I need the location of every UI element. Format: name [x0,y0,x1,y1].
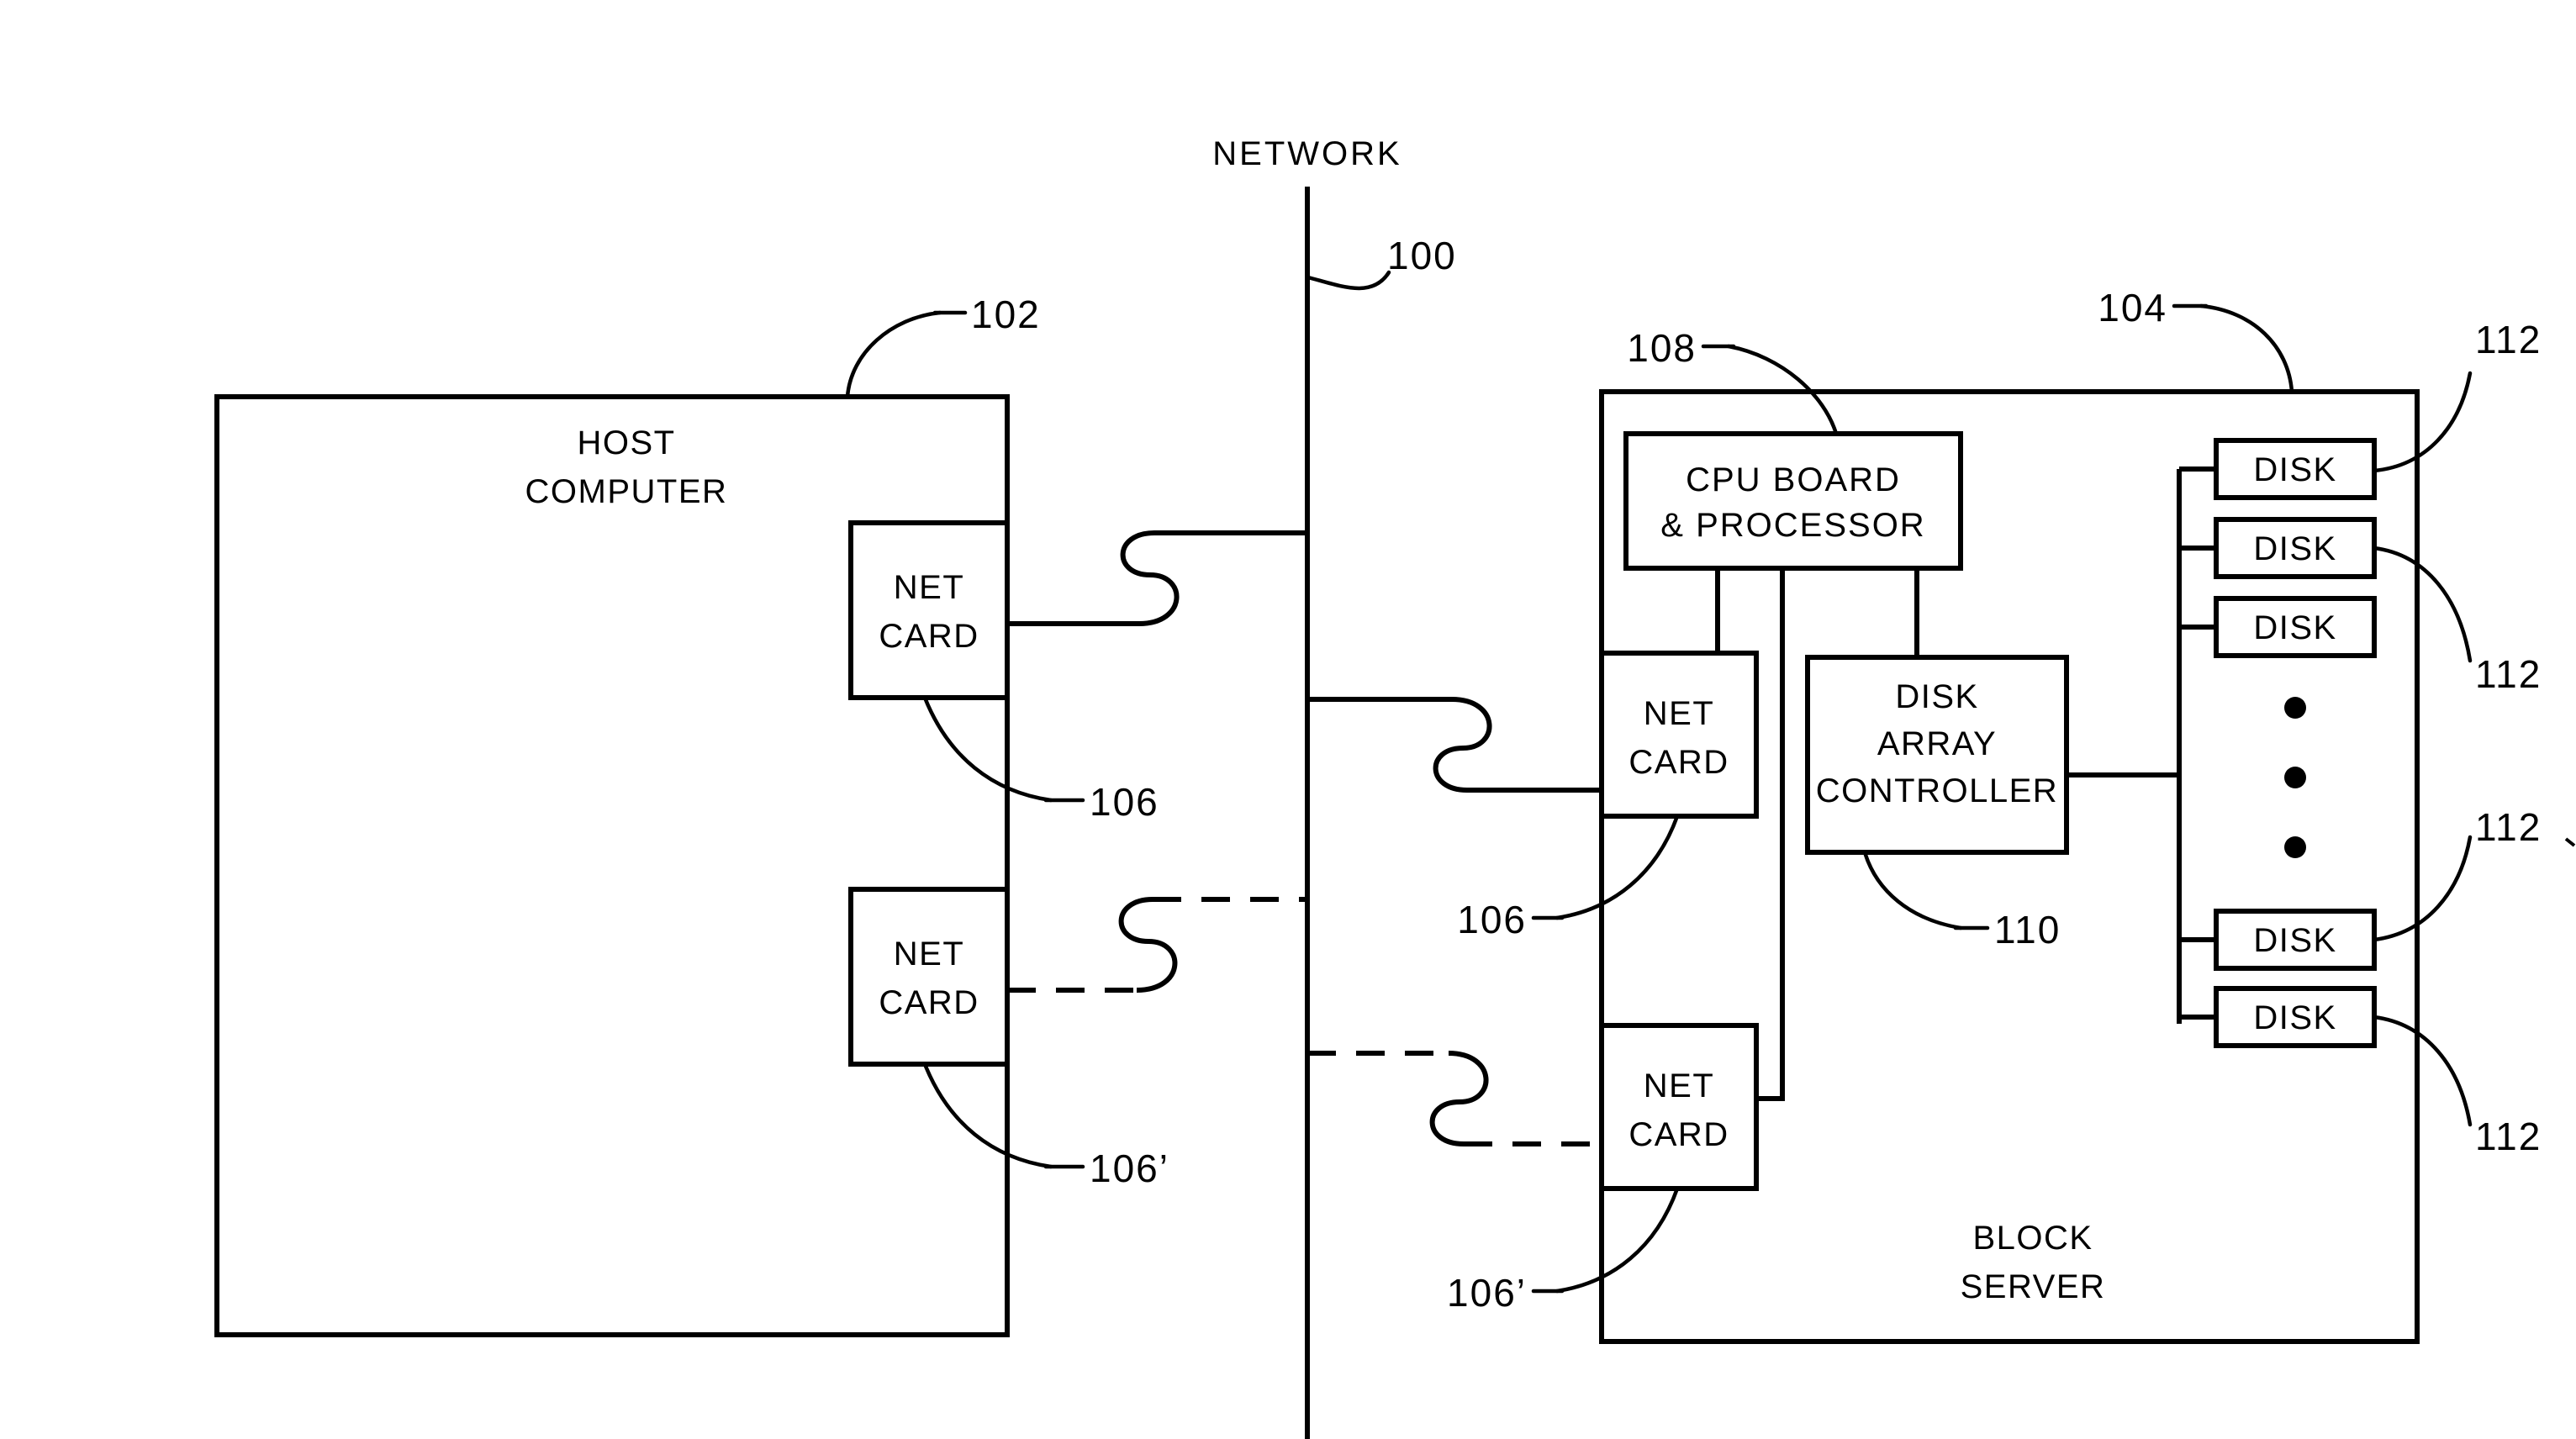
server-link-1-s-jog [1433,697,1492,793]
host-net-card-2-line1: NET [894,936,965,973]
host-computer-title-line1: HOST [577,424,675,461]
cpu-board-reference-numeral: 108 [1627,326,1697,370]
host-net-card-1-line1: NET [894,569,965,606]
host-net-card-1-line2: CARD [879,618,979,655]
cpu-board-line2: & PROCESSOR [1660,507,1925,544]
host-net-card-2-line2: CARD [879,984,979,1021]
disk-box-5-label: DISK [2253,999,2336,1036]
host-net-card-1-reference-numeral: 106 [1090,780,1159,824]
block-server-title-line2: SERVER [1961,1268,2106,1305]
disk-ellipsis-dot-1 [2284,697,2306,719]
block-diagram-canvas: NETWORK 100 HOST COMPUTER 102 NET CARD 1… [214,135,2576,1439]
edge-artifact-mark [2564,837,2576,847]
host-net-card-1-box [848,520,1010,700]
server-link-2-s-jog [1429,1051,1489,1146]
host-computer-reference-numeral: 102 [971,293,1041,336]
server-net-card-1-line1: NET [1644,695,1715,732]
disk-box-4-label: DISK [2253,922,2336,959]
disk-array-controller-reference-numeral: 110 [1994,908,2061,951]
host-link-1-s-jog [1120,530,1180,626]
server-net-card-1-box [1599,651,1759,819]
disk-array-controller-line2: ARRAY [1877,725,1997,762]
disk-reference-numeral-4: 112 [2475,1115,2542,1158]
disk-reference-numeral-2: 112 [2475,652,2542,696]
server-net-card-1-reference-numeral: 106 [1457,898,1527,941]
host-computer-group: HOST COMPUTER 102 NET CARD 106 NET CARD [214,293,1307,1337]
host-net-card-2-box [848,887,1010,1067]
disk-ellipsis-dot-2 [2284,767,2306,788]
block-server-title-line1: BLOCK [1972,1220,2093,1257]
block-server-reference-numeral: 104 [2098,286,2167,329]
disk-box-3-label: DISK [2253,609,2336,646]
network-group: NETWORK 100 [1212,135,1457,1439]
disk-box-2-label: DISK [2253,530,2336,567]
disk-array-controller-line1: DISK [1895,678,1978,715]
disk-box-1-label: DISK [2253,451,2336,488]
server-net-card-2-line1: NET [1644,1067,1715,1104]
disk-array-controller-line3: CONTROLLER [1816,772,2058,809]
disk-ellipsis-dot-3 [2284,836,2306,858]
host-link-2-s-jog [1118,897,1178,993]
host-computer-leader-line [845,310,942,399]
host-computer-title-line2: COMPUTER [525,473,728,510]
cpu-board-box [1623,431,1963,571]
server-net-card-1-line2: CARD [1628,744,1729,781]
server-net-card-2-reference-numeral: 106’ [1447,1271,1527,1315]
network-label: NETWORK [1212,135,1401,172]
host-net-card-2-reference-numeral: 106’ [1090,1146,1169,1190]
server-net-card-2-box [1599,1023,1759,1191]
network-leader-line [1306,270,1391,291]
network-reference-numeral: 100 [1387,234,1457,277]
block-server-leader-line [2199,303,2294,394]
cpu-board-line1: CPU BOARD [1686,461,1901,498]
server-net-card-2-line2: CARD [1628,1116,1729,1153]
patent-figure: NETWORK 100 HOST COMPUTER 102 NET CARD 1… [0,0,2576,1439]
block-server-group: BLOCK SERVER 104 CPU BOARD & PROCESSOR 1… [1307,286,2576,1344]
disk-reference-numeral-3: 112 [2475,805,2542,849]
disk-reference-numeral-1: 112 [2475,318,2542,361]
